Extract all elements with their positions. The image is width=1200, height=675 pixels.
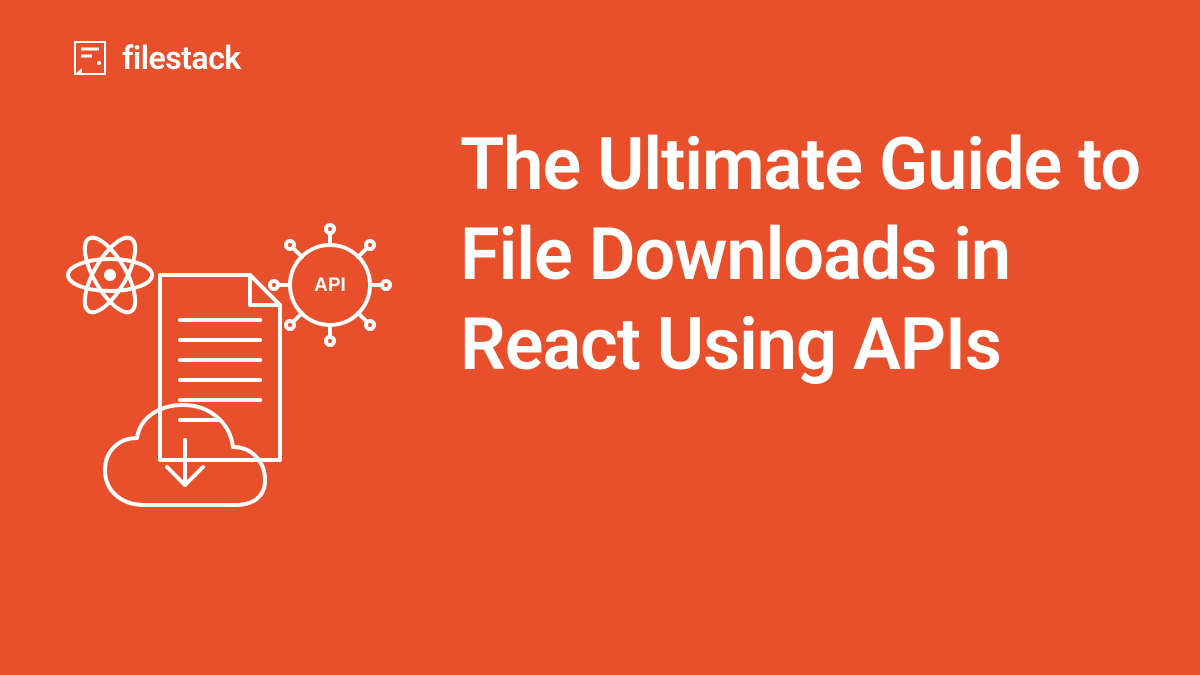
page-title: The Ultimate Guide to File Downloads in …	[460, 120, 1150, 390]
document-icon	[160, 275, 280, 460]
filestack-logo-icon	[70, 38, 110, 78]
react-icon	[68, 231, 152, 320]
api-gear-icon: API	[270, 225, 390, 345]
brand-logo: filestack	[70, 38, 241, 78]
brand-name: filestack	[122, 39, 241, 77]
api-label: API	[314, 275, 346, 296]
hero-illustration: API	[55, 220, 405, 540]
